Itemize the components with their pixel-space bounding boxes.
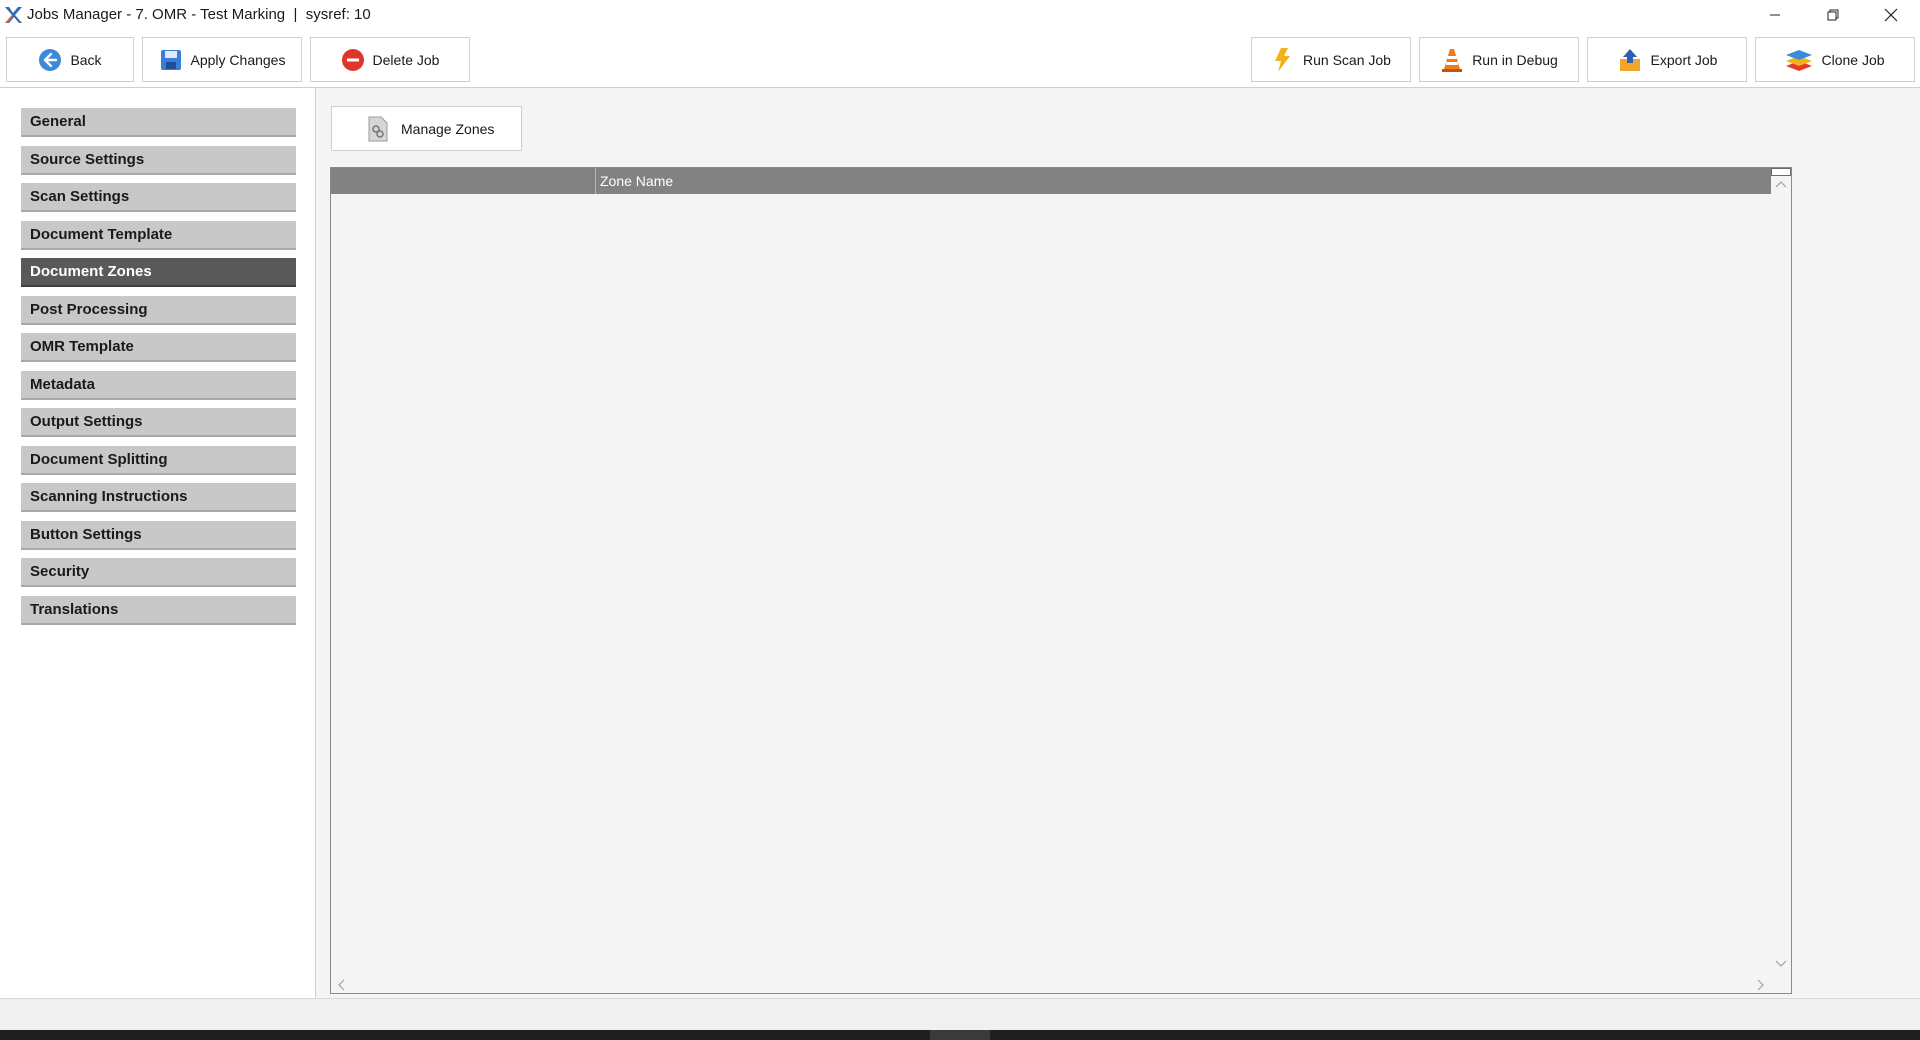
sidebar-item-scanning-instructions[interactable]: Scanning Instructions xyxy=(21,483,296,512)
save-icon xyxy=(160,49,181,70)
run-in-debug-button[interactable]: Run in Debug xyxy=(1419,37,1579,82)
minimize-icon xyxy=(1770,14,1780,15)
scroll-right-icon[interactable] xyxy=(1757,979,1765,991)
column-header-zone-name[interactable]: Zone Name xyxy=(596,168,673,194)
delete-job-label: Delete Job xyxy=(372,51,440,68)
status-bar xyxy=(0,998,1920,1030)
run-scan-job-button[interactable]: Run Scan Job xyxy=(1251,37,1411,82)
clone-job-button[interactable]: Clone Job xyxy=(1755,37,1915,82)
title-bar: Jobs Manager - 7. OMR - Test Marking | s… xyxy=(0,0,1920,29)
sidebar-item-omr-template[interactable]: OMR Template xyxy=(21,333,296,362)
grid-corner xyxy=(1771,168,1791,176)
sidebar-item-button-settings[interactable]: Button Settings xyxy=(21,521,296,550)
sidebar-item-document-splitting[interactable]: Document Splitting xyxy=(21,446,296,475)
manage-zones-button[interactable]: Manage Zones xyxy=(331,106,522,151)
sidebar-item-source-settings[interactable]: Source Settings xyxy=(21,146,296,175)
clone-job-label: Clone Job xyxy=(1821,51,1885,68)
manage-zones-label: Manage Zones xyxy=(401,120,495,137)
run-in-debug-label: Run in Debug xyxy=(1472,51,1558,68)
delete-job-button[interactable]: Delete Job xyxy=(310,37,470,82)
content-area: General Source Settings Scan Settings Do… xyxy=(0,88,1920,998)
zones-grid[interactable]: Zone Name xyxy=(330,167,1792,994)
sidebar-item-metadata[interactable]: Metadata xyxy=(21,371,296,400)
sidebar-item-document-zones[interactable]: Document Zones xyxy=(21,258,296,287)
vertical-scrollbar[interactable] xyxy=(1771,168,1791,976)
scroll-up-icon[interactable] xyxy=(1775,180,1787,188)
back-label: Back xyxy=(70,51,102,68)
minimize-button[interactable] xyxy=(1746,0,1804,29)
export-job-button[interactable]: Export Job xyxy=(1587,37,1747,82)
delete-icon xyxy=(341,48,364,71)
run-scan-job-label: Run Scan Job xyxy=(1303,51,1391,68)
sidebar-item-output-settings[interactable]: Output Settings xyxy=(21,408,296,437)
export-icon xyxy=(1619,48,1640,71)
scroll-left-icon[interactable] xyxy=(337,979,345,991)
traffic-cone-icon xyxy=(1442,48,1463,72)
apply-changes-label: Apply Changes xyxy=(190,51,286,68)
restore-button[interactable] xyxy=(1804,0,1862,29)
close-button[interactable] xyxy=(1862,0,1920,29)
grid-header: Zone Name xyxy=(331,168,1771,194)
main-panel: Manage Zones Zone Name xyxy=(316,88,1920,998)
layers-icon xyxy=(1786,49,1813,71)
apply-changes-button[interactable]: Apply Changes xyxy=(142,37,302,82)
row-header-column xyxy=(331,168,596,194)
sidebar-item-security[interactable]: Security xyxy=(21,558,296,587)
scroll-down-icon[interactable] xyxy=(1775,960,1787,968)
sidebar-item-general[interactable]: General xyxy=(21,108,296,137)
app-logo-icon xyxy=(5,6,22,23)
sidebar: General Source Settings Scan Settings Do… xyxy=(0,88,316,998)
toolbar: Back Apply Changes Delete Job Run Scan J… xyxy=(0,29,1920,88)
restore-icon xyxy=(1827,9,1839,20)
sidebar-item-post-processing[interactable]: Post Processing xyxy=(21,296,296,325)
taskbar-active-app[interactable] xyxy=(930,1030,990,1040)
sidebar-item-translations[interactable]: Translations xyxy=(21,596,296,625)
close-icon xyxy=(1884,8,1898,21)
horizontal-scrollbar[interactable] xyxy=(331,975,1771,993)
sidebar-item-document-template[interactable]: Document Template xyxy=(21,221,296,250)
zones-icon xyxy=(368,116,388,141)
lightning-icon xyxy=(1275,47,1291,72)
export-job-label: Export Job xyxy=(1650,51,1718,68)
back-button[interactable]: Back xyxy=(6,37,134,82)
window-title: Jobs Manager - 7. OMR - Test Marking | s… xyxy=(27,6,371,23)
sidebar-item-scan-settings[interactable]: Scan Settings xyxy=(21,183,296,212)
back-arrow-icon xyxy=(39,48,62,71)
taskbar xyxy=(0,1030,1920,1040)
